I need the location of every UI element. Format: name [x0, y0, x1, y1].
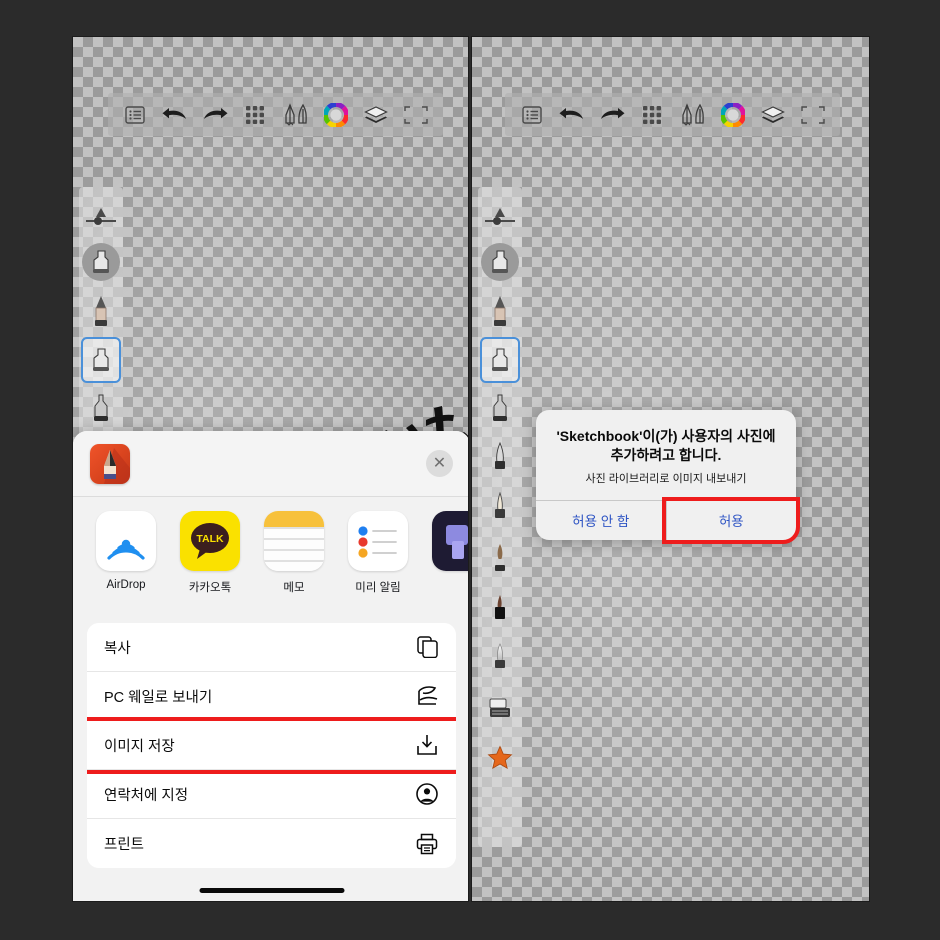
alert-buttons: 허용 안 함 허용: [536, 499, 796, 540]
alert-body: 'Sketchbook'이(가) 사용자의 사진에 추가하려고 합니다. 사진 …: [536, 410, 796, 500]
brush-size-slider[interactable]: [480, 193, 520, 237]
sketchbook-app-icon: [90, 443, 130, 484]
brush-eraser[interactable]: [480, 683, 520, 733]
action-row-save-image[interactable]: 이미지 저장: [87, 721, 456, 770]
toolbar-right[interactable]: [505, 93, 840, 136]
fullscreen-icon[interactable]: [798, 101, 828, 129]
action-row-copy[interactable]: 복사: [87, 623, 456, 672]
airdrop-icon: [96, 511, 156, 571]
brush-size-nib: [495, 208, 505, 217]
share-app-notes[interactable]: 메모: [263, 511, 325, 595]
reminders-icon: [348, 511, 408, 571]
brushes-icon[interactable]: [678, 101, 708, 129]
grid-icon[interactable]: [240, 101, 270, 129]
layers-icon[interactable]: [758, 101, 788, 129]
share-app-label: 메모: [283, 582, 305, 594]
slider-knob[interactable]: [493, 217, 501, 225]
home-indicator: [199, 888, 344, 893]
brush-marker[interactable]: [81, 337, 121, 383]
brush-marker[interactable]: [480, 337, 520, 383]
action-label: 복사: [104, 640, 131, 657]
alert-deny-button[interactable]: 허용 안 함: [536, 501, 666, 540]
kakaotalk-icon: TALK: [180, 511, 240, 571]
contact-icon: [415, 782, 439, 806]
svg-text:TALK: TALK: [196, 533, 224, 545]
menu-icon[interactable]: [517, 101, 547, 129]
brush-rail-left[interactable]: [79, 187, 123, 447]
close-icon[interactable]: ✕: [426, 450, 453, 477]
brushes-icon[interactable]: [281, 101, 311, 129]
print-icon: [415, 832, 439, 856]
save-image-icon: [415, 733, 439, 757]
share-app-label: 미리 알림: [355, 582, 401, 594]
phone-screen-right: 'Sketchbook'이(가) 사용자의 사진에 추가하려고 합니다. 사진 …: [471, 36, 870, 902]
alert-message: 사진 라이브러리로 이미지 내보내기: [585, 472, 747, 485]
slider-knob[interactable]: [94, 217, 102, 225]
brush-current[interactable]: [81, 237, 121, 287]
permission-alert: 'Sketchbook'이(가) 사용자의 사진에 추가하려고 합니다. 사진 …: [536, 410, 796, 540]
brush-favorites[interactable]: [480, 733, 520, 783]
share-app-row[interactable]: AirDrop TALK 카카오톡 메모 미리 알림: [73, 497, 468, 623]
share-sheet[interactable]: ✕ AirDrop TALK 카카오톡 메모 미리 알림 복사 PC 웨일로 보…: [73, 431, 468, 901]
undo-icon[interactable]: [160, 101, 190, 129]
brush-size-slider[interactable]: [81, 193, 121, 237]
grid-icon[interactable]: [637, 101, 667, 129]
share-app-label: AirDrop: [106, 579, 146, 591]
alert-title: 'Sketchbook'이(가) 사용자의 사진에 추가하려고 합니다.: [556, 428, 776, 463]
brush-gradient[interactable]: [480, 633, 520, 683]
brush-rail-right[interactable]: [478, 187, 522, 847]
brush-inkpen[interactable]: [480, 433, 520, 483]
layers-icon[interactable]: [361, 101, 391, 129]
brush-paintbrush[interactable]: [480, 533, 520, 583]
whale-icon: [415, 684, 439, 708]
brush-airbrush[interactable]: [480, 383, 520, 433]
redo-icon[interactable]: [597, 101, 627, 129]
share-app-partial[interactable]: [431, 511, 468, 579]
fullscreen-icon[interactable]: [401, 101, 431, 129]
brush-pencil[interactable]: [81, 287, 121, 337]
brush-size-nib: [96, 208, 106, 217]
action-label: PC 웨일로 보내기: [104, 689, 213, 706]
phone-screen-left: ✕ AirDrop TALK 카카오톡 메모 미리 알림 복사 PC 웨일로 보…: [72, 36, 469, 902]
brush-airbrush[interactable]: [81, 383, 121, 433]
undo-icon[interactable]: [557, 101, 587, 129]
brush-pencil[interactable]: [480, 287, 520, 337]
partial-app-icon: [432, 511, 468, 571]
brush-fountainpen[interactable]: [480, 483, 520, 533]
screenshot-stage: ✕ AirDrop TALK 카카오톡 메모 미리 알림 복사 PC 웨일로 보…: [0, 0, 940, 940]
share-action-list[interactable]: 복사 PC 웨일로 보내기 이미지 저장 연락처에 지정 프린트: [87, 623, 456, 868]
color-wheel-icon[interactable]: [321, 101, 351, 129]
redo-icon[interactable]: [200, 101, 230, 129]
action-label: 프린트: [104, 837, 145, 853]
notes-icon: [264, 511, 324, 571]
share-app-reminders[interactable]: 미리 알림: [347, 511, 409, 595]
brush-lipstick[interactable]: [480, 583, 520, 633]
action-label: 이미지 저장: [104, 738, 175, 755]
menu-icon[interactable]: [120, 101, 150, 129]
share-app-airdrop[interactable]: AirDrop: [95, 511, 157, 591]
action-row-print[interactable]: 프린트: [87, 819, 456, 868]
alert-allow-button[interactable]: 허용: [665, 500, 796, 540]
toolbar-left[interactable]: [108, 93, 443, 136]
slider-track[interactable]: [86, 217, 116, 225]
color-wheel-icon[interactable]: [718, 101, 748, 129]
action-label: 연락처에 지정: [104, 787, 189, 804]
brush-current[interactable]: [480, 237, 520, 287]
share-sheet-header: ✕: [73, 431, 468, 497]
slider-track[interactable]: [485, 217, 515, 225]
share-app-label: 카카오톡: [188, 582, 232, 594]
action-row-assign-to-contact[interactable]: 연락처에 지정: [87, 770, 456, 819]
action-row-send-to-whale[interactable]: PC 웨일로 보내기: [87, 672, 456, 721]
copy-icon: [415, 635, 439, 659]
share-app-kakaotalk[interactable]: TALK 카카오톡: [179, 511, 241, 595]
